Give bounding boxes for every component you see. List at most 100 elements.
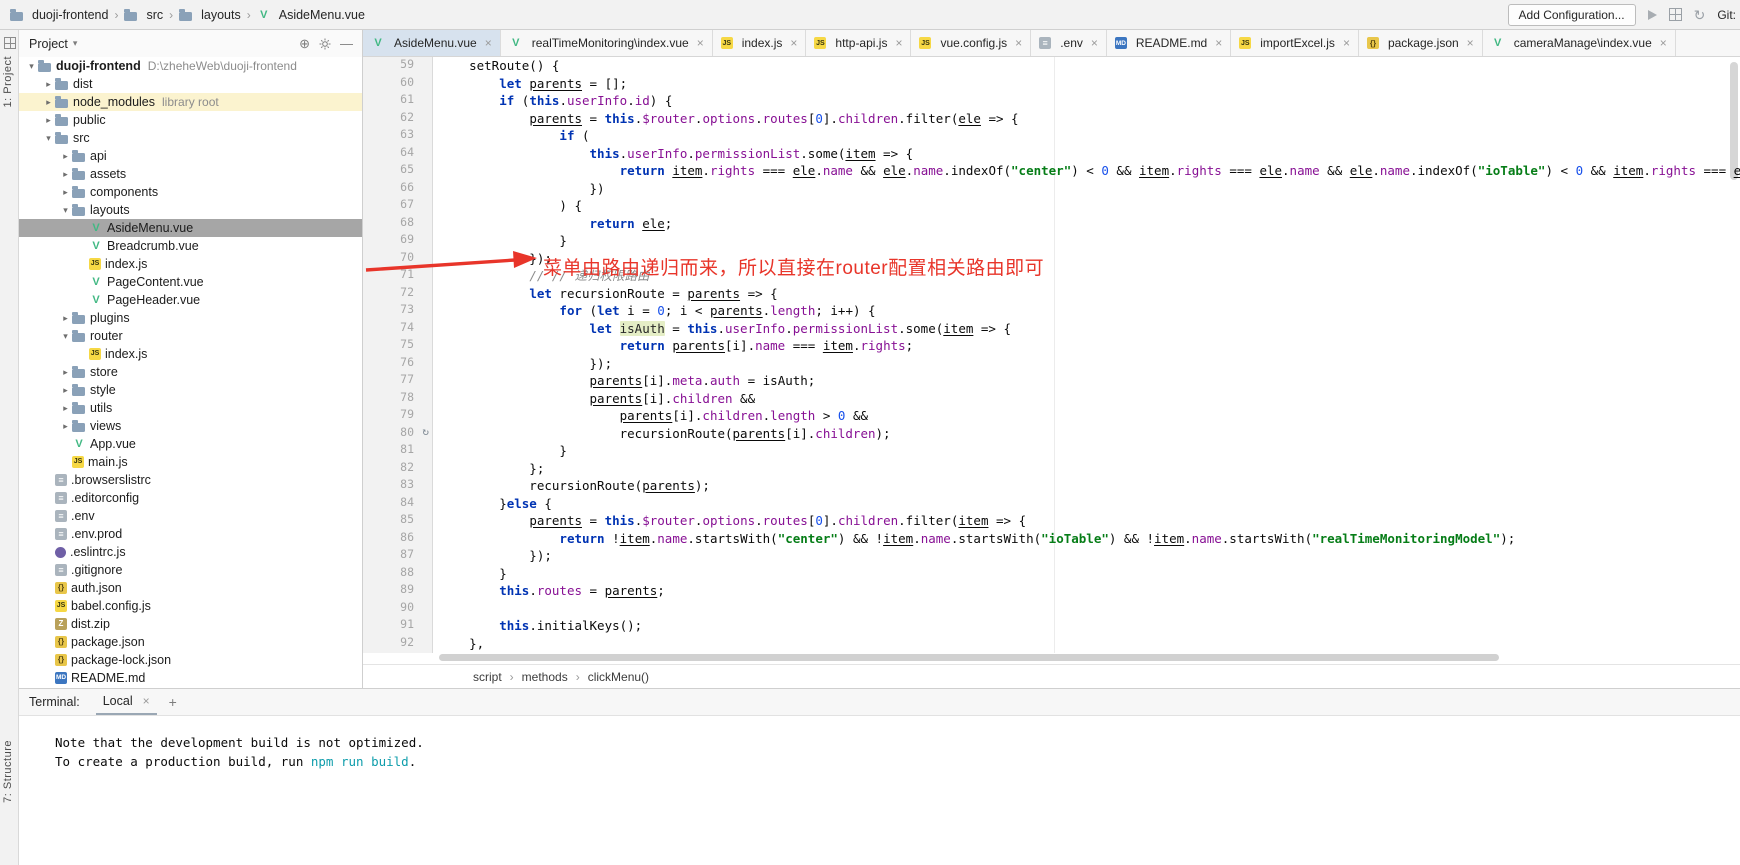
run-icon[interactable] (1648, 10, 1657, 20)
tree-item[interactable]: JSindex.js (19, 345, 362, 363)
tree-item[interactable]: {}package-lock.json (19, 651, 362, 669)
code-text[interactable]: setRoute() { let parents = []; if (this.… (433, 57, 1740, 653)
tree-item[interactable]: VBreadcrumb.vue (19, 237, 362, 255)
tree-expand-arrow[interactable]: ▸ (42, 93, 55, 111)
editor-tab[interactable]: VAsideMenu.vue× (363, 30, 501, 56)
hide-panel-icon[interactable]: — (340, 36, 353, 51)
structure-tool-window-button[interactable]: 7: Structure (2, 740, 14, 803)
tab-close-icon[interactable]: × (1343, 36, 1350, 50)
tree-collapse-arrow[interactable]: ▾ (59, 201, 72, 219)
terminal-tab-local[interactable]: Local × (96, 689, 157, 715)
add-configuration-button[interactable]: Add Configuration... (1508, 4, 1636, 26)
tree-item[interactable]: Zdist.zip (19, 615, 362, 633)
tree-item[interactable]: JSbabel.config.js (19, 597, 362, 615)
tree-item[interactable]: JSindex.js (19, 255, 362, 273)
tree-item[interactable]: MDREADME.md (19, 669, 362, 687)
tree-item[interactable]: ▸plugins (19, 309, 362, 327)
tree-item[interactable]: ▾layouts (19, 201, 362, 219)
locate-file-icon[interactable]: ⊕ (299, 36, 310, 52)
tree-item[interactable]: ▸components (19, 183, 362, 201)
tree-item[interactable]: ▾router (19, 327, 362, 345)
tab-close-icon[interactable]: × (1660, 36, 1667, 50)
tree-expand-arrow[interactable]: ▸ (59, 399, 72, 417)
editor-tab[interactable]: JSimportExcel.js× (1231, 30, 1359, 56)
tab-close-icon[interactable]: × (895, 36, 902, 50)
tree-expand-arrow[interactable]: ▸ (42, 111, 55, 129)
terminal-output[interactable]: Note that the development build is not o… (19, 716, 1740, 771)
tree-expand-arrow[interactable]: ▸ (59, 309, 72, 327)
tree-item[interactable]: ≡.env.prod (19, 525, 362, 543)
editor-tab[interactable]: JSvue.config.js× (911, 30, 1031, 56)
editor-tab[interactable]: VcameraManage\index.vue× (1483, 30, 1676, 56)
tree-item[interactable]: ▸public (19, 111, 362, 129)
editor-breadcrumb-item[interactable]: clickMenu() (588, 670, 649, 684)
tree-item[interactable]: VAsideMenu.vue (19, 219, 362, 237)
tree-item[interactable]: .eslintrc.js (19, 543, 362, 561)
tree-item[interactable]: ≡.gitignore (19, 561, 362, 579)
editor-vertical-scrollbar[interactable] (1730, 62, 1738, 180)
tab-close-icon[interactable]: × (697, 36, 704, 50)
code-line: parents[i].meta.auth = isAuth; (439, 372, 1740, 390)
tree-item[interactable]: VApp.vue (19, 435, 362, 453)
tab-close-icon[interactable]: × (1091, 36, 1098, 50)
editor-tab[interactable]: JSindex.js× (713, 30, 807, 56)
editor-tab[interactable]: ≡.env× (1031, 30, 1107, 56)
tree-expand-arrow[interactable]: ▸ (42, 75, 55, 93)
tree-item[interactable]: {}auth.json (19, 579, 362, 597)
gear-icon[interactable] (319, 38, 331, 50)
nav-breadcrumb-item[interactable]: src (124, 8, 163, 22)
project-panel-title[interactable]: Project (29, 37, 68, 51)
line-number: 74 (400, 320, 414, 334)
new-terminal-icon[interactable]: + (169, 689, 177, 715)
tab-close-icon[interactable]: × (1215, 36, 1222, 50)
update-project-icon[interactable]: ↻ (1694, 8, 1706, 22)
tree-item[interactable]: {}package.json (19, 633, 362, 651)
tree-item[interactable]: ▸dist (19, 75, 362, 93)
tab-close-icon[interactable]: × (485, 36, 492, 50)
git-label[interactable]: Git: (1717, 8, 1736, 22)
nav-breadcrumb-item[interactable]: layouts (179, 8, 241, 22)
tree-expand-arrow[interactable]: ▸ (59, 183, 72, 201)
tree-item[interactable]: ≡.editorconfig (19, 489, 362, 507)
editor-breadcrumb-item[interactable]: script (473, 670, 502, 684)
tree-expand-arrow[interactable]: ▸ (59, 165, 72, 183)
tree-item[interactable]: VPageContent.vue (19, 273, 362, 291)
tree-item[interactable]: VPageHeader.vue (19, 291, 362, 309)
tree-item[interactable]: ▾src (19, 129, 362, 147)
tree-item[interactable]: ≡.env (19, 507, 362, 525)
tree-expand-arrow[interactable]: ▸ (59, 147, 72, 165)
tab-close-icon[interactable]: × (790, 36, 797, 50)
tree-collapse-arrow[interactable]: ▾ (25, 57, 38, 75)
tab-close-icon[interactable]: × (1015, 36, 1022, 50)
tree-expand-arrow[interactable]: ▸ (59, 363, 72, 381)
tab-close-icon[interactable]: × (1467, 36, 1474, 50)
tree-item[interactable]: ▸style (19, 381, 362, 399)
tree-item[interactable]: ≡.browserslistrc (19, 471, 362, 489)
editor-tab[interactable]: {}package.json× (1359, 30, 1483, 56)
editor-breadcrumb-item[interactable]: methods (522, 670, 568, 684)
tree-item[interactable]: ▸store (19, 363, 362, 381)
editor-tab[interactable]: MDREADME.md× (1107, 30, 1231, 56)
project-tool-window-button[interactable]: 1: Project (2, 56, 14, 107)
tree-collapse-arrow[interactable]: ▾ (59, 327, 72, 345)
chevron-down-icon[interactable]: ▾ (73, 38, 78, 49)
editor-tab[interactable]: VrealTimeMonitoring\index.vue× (501, 30, 713, 56)
tool-window-switcher-icon[interactable] (4, 37, 16, 49)
tree-collapse-arrow[interactable]: ▾ (42, 129, 55, 147)
editor-horizontal-scrollbar[interactable] (439, 654, 1499, 661)
tree-item[interactable]: ▸assets (19, 165, 362, 183)
tree-item[interactable]: ▸views (19, 417, 362, 435)
tree-item[interactable]: ▸utils (19, 399, 362, 417)
close-icon[interactable]: × (143, 694, 150, 708)
tree-expand-arrow[interactable]: ▸ (59, 417, 72, 435)
tree-item[interactable]: JSmain.js (19, 453, 362, 471)
tree-item[interactable]: ▾duoji-frontendD:\zheheWeb\duoji-fronten… (19, 57, 362, 75)
code-editor[interactable]: 5960616263646566676869707172737475767778… (363, 57, 1740, 653)
tree-expand-arrow[interactable]: ▸ (59, 381, 72, 399)
nav-breadcrumb-item[interactable]: duoji-frontend (10, 8, 108, 22)
nav-breadcrumb-item[interactable]: VAsideMenu.vue (257, 8, 365, 22)
tree-item[interactable]: ▸node_moduleslibrary root (19, 93, 362, 111)
services-grid-icon[interactable] (1669, 8, 1682, 21)
tree-item[interactable]: ▸api (19, 147, 362, 165)
editor-tab[interactable]: JShttp-api.js× (806, 30, 911, 56)
